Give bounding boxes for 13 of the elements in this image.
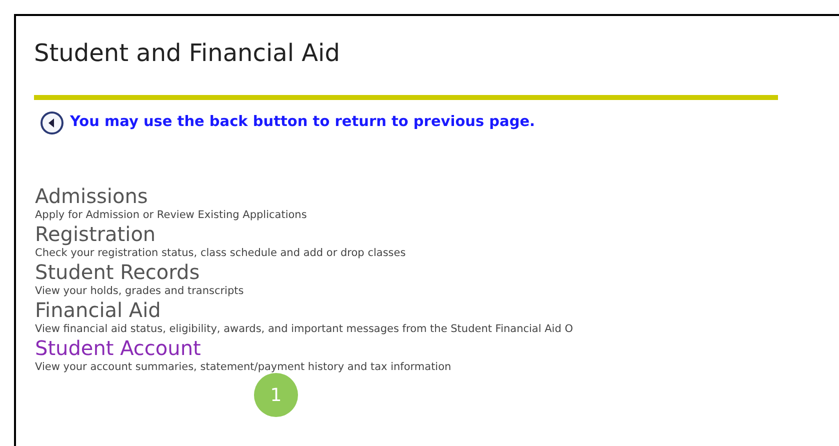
menu-link[interactable]: Student Records xyxy=(35,260,200,284)
menu-link[interactable]: Student Account xyxy=(35,336,201,360)
menu-description: View your account summaries, statement/payment history and tax information xyxy=(35,360,452,374)
menu-description: Check your registration status, class schedule and add or drop classes xyxy=(35,246,406,260)
menu-description: Apply for Admission or Review Existing Applications xyxy=(35,208,307,222)
menu-link[interactable]: Admissions xyxy=(35,184,148,208)
menu-description: View your holds, grades and transcripts xyxy=(35,284,244,298)
page-title: Student and Financial Aid xyxy=(34,38,340,68)
menu-link[interactable]: Financial Aid xyxy=(35,298,161,322)
step-badge: 1 xyxy=(254,373,298,417)
back-link[interactable]: You may use the back button to return to previous page. xyxy=(70,112,536,134)
menu-link[interactable]: Registration xyxy=(35,222,156,246)
menu-description: View financial aid status, eligibility, awards, and important messages from the Student Financial Aid O xyxy=(35,322,573,336)
